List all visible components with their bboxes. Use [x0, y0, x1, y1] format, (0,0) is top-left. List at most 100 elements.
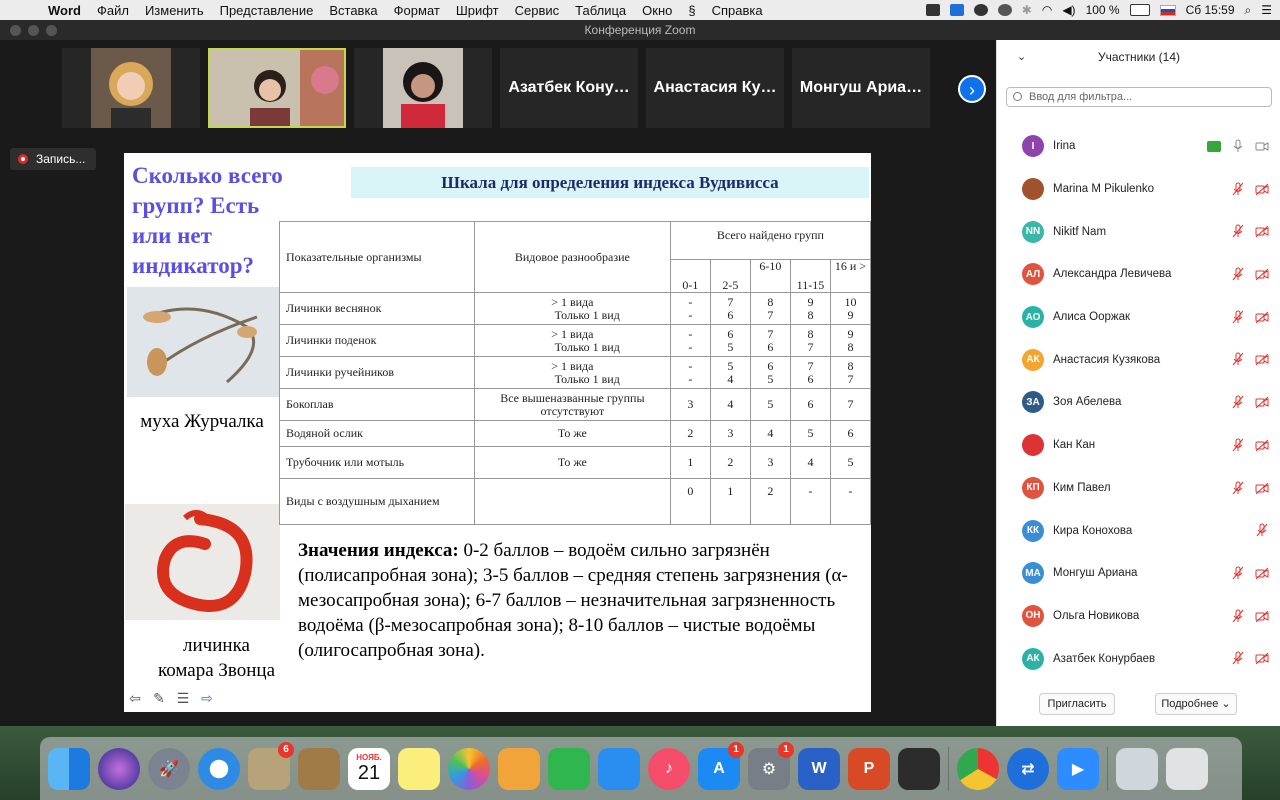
participant-row[interactable]: ОН Ольга Новикова: [997, 595, 1280, 638]
mic-muted-icon[interactable]: [1231, 651, 1245, 665]
participants-filter-input[interactable]: Ввод для фильтра...: [1006, 87, 1272, 107]
more-button[interactable]: Подробнее ⌄: [1155, 693, 1237, 715]
participant-row[interactable]: КК Кира Конохова: [997, 509, 1280, 552]
input-language-flag-icon[interactable]: [1159, 4, 1176, 16]
word-icon[interactable]: W: [798, 747, 840, 790]
video-off-icon[interactable]: [1255, 182, 1269, 196]
mic-muted-icon[interactable]: [1231, 438, 1245, 452]
mic-muted-icon[interactable]: [1231, 224, 1245, 238]
menu-edit[interactable]: Изменить: [137, 3, 212, 18]
wifi-icon[interactable]: ◠: [1042, 3, 1052, 17]
participant-row[interactable]: АК Азатбек Конурбаев: [997, 637, 1280, 680]
mic-muted-icon[interactable]: [1255, 523, 1269, 537]
menu-tools[interactable]: Сервис: [507, 3, 568, 18]
participant-row[interactable]: NN Nikitf Nam: [997, 210, 1280, 253]
video-tile[interactable]: [354, 48, 492, 128]
video-off-icon[interactable]: [1255, 267, 1269, 281]
numbers-icon[interactable]: [548, 747, 590, 790]
recording-indicator[interactable]: Запись...: [10, 148, 96, 170]
video-tile[interactable]: Анастасия Ку…: [646, 48, 784, 128]
volume-icon[interactable]: ◀︎): [1062, 3, 1075, 17]
video-off-icon[interactable]: [1255, 481, 1269, 495]
video-off-icon[interactable]: [1255, 395, 1269, 409]
participant-row[interactable]: АЛ Александра Левичева: [997, 253, 1280, 296]
video-off-icon[interactable]: [1255, 609, 1269, 623]
menu-view[interactable]: Представление: [212, 3, 322, 18]
participant-row[interactable]: Marina M Pikulenko: [997, 168, 1280, 211]
pen-icon[interactable]: ✎: [150, 691, 168, 705]
video-off-icon[interactable]: [1255, 438, 1269, 452]
mic-muted-icon[interactable]: [1231, 310, 1245, 324]
video-tile[interactable]: Азатбек Кону…: [500, 48, 638, 128]
video-tile[interactable]: Монгуш Ариа…: [792, 48, 930, 128]
menu-format[interactable]: Формат: [386, 3, 448, 18]
mic-muted-icon[interactable]: [1231, 566, 1245, 580]
participant-row[interactable]: МА Монгуш Ариана: [997, 552, 1280, 595]
calendar-icon[interactable]: НОЯБ. 21: [348, 747, 390, 790]
participant-row[interactable]: КП Ким Павел: [997, 467, 1280, 510]
previous-slide-icon[interactable]: ⇦: [126, 691, 144, 705]
screen-share-icon[interactable]: [898, 747, 940, 790]
video-off-icon[interactable]: [1255, 310, 1269, 324]
next-page-button[interactable]: ›: [958, 75, 986, 103]
close-window-icon[interactable]: [10, 25, 21, 36]
mic-muted-icon[interactable]: [1231, 395, 1245, 409]
minimize-window-icon[interactable]: [28, 25, 39, 36]
video-tile-active-speaker[interactable]: [208, 48, 346, 128]
video-off-icon[interactable]: [1255, 224, 1269, 238]
shield-icon[interactable]: [973, 4, 988, 16]
app-store-icon[interactable]: A1: [698, 741, 744, 790]
mail-app-icon[interactable]: 6: [248, 741, 294, 790]
zoom-window-icon[interactable]: [46, 25, 57, 36]
video-icon[interactable]: [1255, 139, 1269, 153]
menu-help[interactable]: Справка: [704, 3, 771, 18]
safari-icon[interactable]: [198, 747, 240, 790]
battery-icon[interactable]: [1129, 4, 1150, 16]
zoom-app-icon[interactable]: ▶: [1057, 747, 1099, 790]
siri-icon[interactable]: [98, 747, 140, 790]
chrome-icon[interactable]: [957, 747, 999, 790]
finder-icon[interactable]: [48, 747, 90, 790]
participant-row[interactable]: АО Алиса Ооржак: [997, 296, 1280, 339]
menu-window[interactable]: Окно: [634, 3, 680, 18]
trash-icon[interactable]: [1166, 747, 1208, 790]
keynote-icon[interactable]: [598, 747, 640, 790]
participant-row[interactable]: Кан Кан: [997, 424, 1280, 467]
participant-row[interactable]: I Irina: [997, 125, 1280, 168]
downloads-stack-icon[interactable]: [1116, 747, 1158, 790]
menu-font[interactable]: Шрифт: [448, 3, 507, 18]
teamviewer-app-icon[interactable]: ⇄: [1007, 747, 1049, 790]
contacts-icon[interactable]: [298, 747, 340, 790]
next-slide-icon[interactable]: ⇨: [198, 691, 216, 705]
pages-icon[interactable]: [498, 747, 540, 790]
script-icon[interactable]: §: [680, 3, 703, 18]
time-machine-icon[interactable]: [997, 4, 1012, 16]
menu-insert[interactable]: Вставка: [321, 3, 385, 18]
notes-icon[interactable]: [398, 747, 440, 790]
video-off-icon[interactable]: [1255, 352, 1269, 366]
mic-icon[interactable]: [1231, 139, 1245, 153]
powerpoint-icon[interactable]: P: [848, 747, 890, 790]
mic-muted-icon[interactable]: [1231, 182, 1245, 196]
participant-row[interactable]: АК Анастасия Кузякова: [997, 338, 1280, 381]
notification-center-icon[interactable]: ☰: [1261, 3, 1272, 17]
menu-app-word[interactable]: Word: [40, 3, 89, 18]
menubar-clock[interactable]: Сб 15:59: [1186, 3, 1235, 17]
video-tile[interactable]: [62, 48, 200, 128]
photos-icon[interactable]: [448, 747, 490, 790]
participant-row[interactable]: ЗА Зоя Абелева: [997, 381, 1280, 424]
zoom-tray-icon[interactable]: [925, 4, 940, 16]
invite-button[interactable]: Пригласить: [1039, 693, 1115, 715]
menu-table[interactable]: Таблица: [567, 3, 634, 18]
mic-muted-icon[interactable]: [1231, 352, 1245, 366]
video-off-icon[interactable]: [1255, 566, 1269, 580]
bluetooth-icon[interactable]: ✱: [1022, 3, 1032, 17]
menu-file[interactable]: Файл: [89, 3, 137, 18]
teamviewer-icon[interactable]: [949, 4, 964, 16]
mic-muted-icon[interactable]: [1231, 267, 1245, 281]
launchpad-icon[interactable]: 🚀: [148, 747, 190, 790]
mic-muted-icon[interactable]: [1231, 481, 1245, 495]
mic-muted-icon[interactable]: [1231, 609, 1245, 623]
video-off-icon[interactable]: [1255, 651, 1269, 665]
music-icon[interactable]: ♪: [648, 747, 690, 790]
